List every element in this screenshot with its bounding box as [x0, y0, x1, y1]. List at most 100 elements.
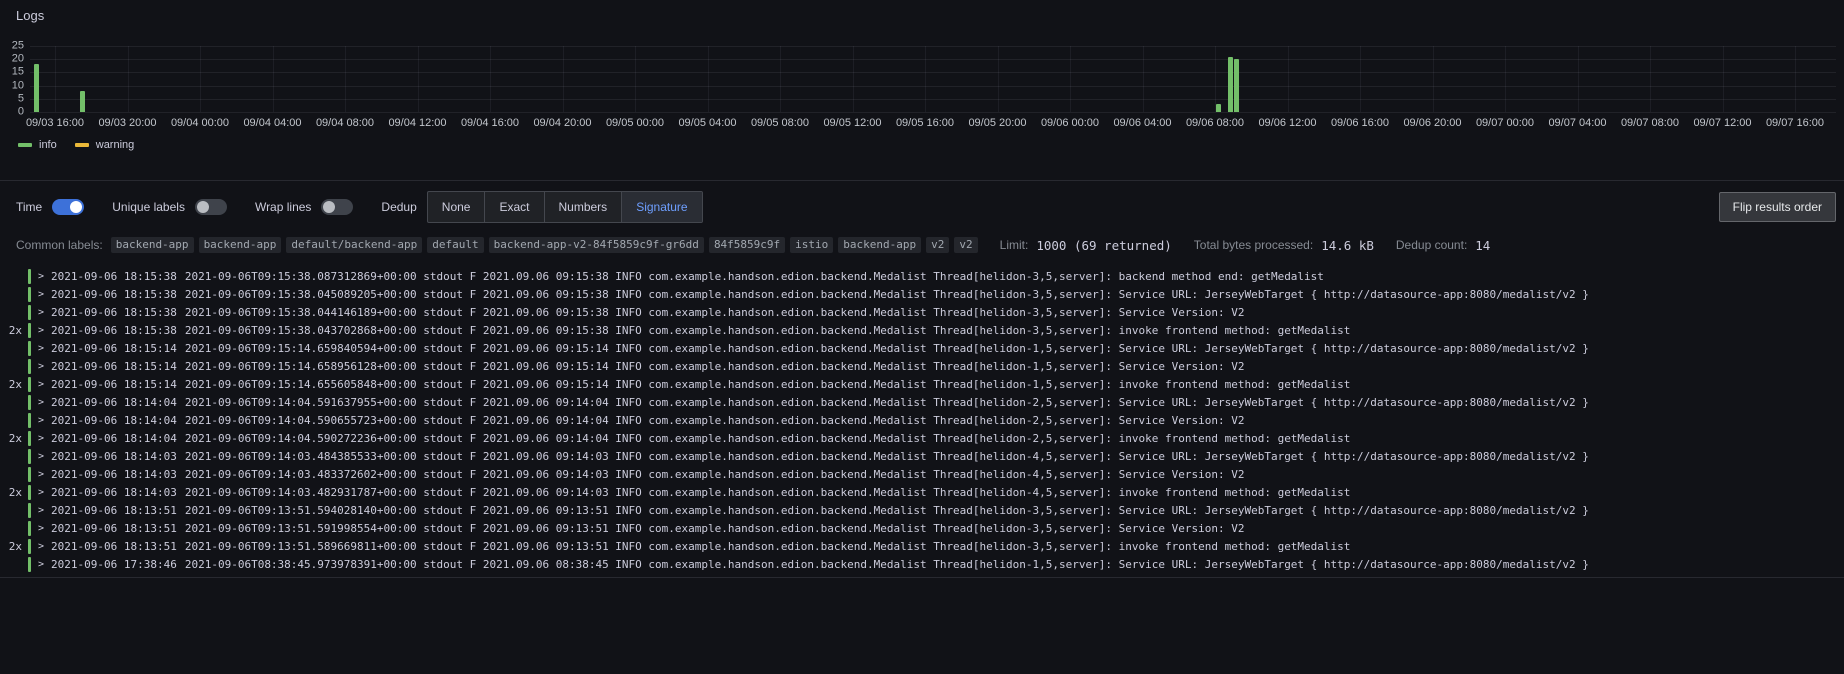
x-axis-tick-label: 09/04 16:00: [461, 117, 519, 129]
expand-chevron-icon[interactable]: >: [31, 271, 51, 282]
log-message: 2021-09-06T09:14:03.483372602+00:00 stdo…: [185, 468, 1245, 481]
expand-chevron-icon[interactable]: >: [31, 343, 51, 354]
legend-item-info[interactable]: info: [18, 139, 57, 151]
log-row[interactable]: >2021-09-06 18:15:382021-09-06T09:15:38.…: [0, 267, 1844, 285]
log-row[interactable]: >2021-09-06 18:15:142021-09-06T09:15:14.…: [0, 357, 1844, 375]
log-row[interactable]: >2021-09-06 18:15:382021-09-06T09:15:38.…: [0, 303, 1844, 321]
unique-labels-toggle-label: Unique labels: [112, 200, 185, 214]
flip-results-order-button[interactable]: Flip results order: [1719, 192, 1836, 222]
expand-chevron-icon[interactable]: >: [31, 379, 51, 390]
dedup-option-signature[interactable]: Signature: [622, 192, 701, 222]
log-row[interactable]: 2x>2021-09-06 18:13:512021-09-06T09:13:5…: [0, 537, 1844, 555]
expand-chevron-icon[interactable]: >: [31, 523, 51, 534]
log-row[interactable]: 2x>2021-09-06 18:14:032021-09-06T09:14:0…: [0, 483, 1844, 501]
chart-y-axis: 0510152025: [0, 46, 26, 112]
log-row[interactable]: >2021-09-06 18:15:382021-09-06T09:15:38.…: [0, 285, 1844, 303]
chart-bar-info: [1228, 57, 1233, 112]
legend-swatch-info: [18, 143, 32, 147]
chart-gridline-v: [1360, 46, 1361, 112]
log-row[interactable]: >2021-09-06 18:13:512021-09-06T09:13:51.…: [0, 519, 1844, 537]
unique-labels-option: Unique labels: [112, 199, 227, 215]
dedup-option-none[interactable]: None: [428, 192, 486, 222]
log-row[interactable]: 2x>2021-09-06 18:14:042021-09-06T09:14:0…: [0, 429, 1844, 447]
time-option: Time: [16, 199, 84, 215]
chart-gridline-v: [1723, 46, 1724, 112]
limit-label: Limit:: [1000, 238, 1029, 252]
expand-chevron-icon[interactable]: >: [31, 361, 51, 372]
x-axis-tick-label: 09/04 00:00: [171, 117, 229, 129]
x-axis-tick-label: 09/04 20:00: [533, 117, 591, 129]
log-row[interactable]: >2021-09-06 18:14:042021-09-06T09:14:04.…: [0, 393, 1844, 411]
expand-chevron-icon[interactable]: >: [31, 325, 51, 336]
legend-item-warning[interactable]: warning: [75, 139, 135, 151]
chart-gridline-h: [30, 86, 1836, 87]
label-chip: backend-app-v2-84f5859c9f-gr6dd: [489, 237, 704, 253]
expand-chevron-icon[interactable]: >: [31, 541, 51, 552]
chart-gridline-v: [635, 46, 636, 112]
log-row[interactable]: >2021-09-06 18:14:03 2021-09-06T09:14:03.…: [0, 465, 1844, 483]
expand-chevron-icon[interactable]: >: [31, 559, 51, 570]
chart-gridline-v: [490, 46, 491, 112]
expand-chevron-icon[interactable]: >: [31, 487, 51, 498]
dedup-option-exact[interactable]: Exact: [485, 192, 544, 222]
log-rows: >2021-09-06 18:15:382021-09-06T09:15:38.…: [0, 267, 1844, 573]
log-timestamp: 2021-09-06 18:15:38: [51, 270, 177, 283]
chart-plot[interactable]: [30, 46, 1836, 112]
chart-gridline-v: [1505, 46, 1506, 112]
unique-labels-toggle[interactable]: [195, 199, 227, 215]
chart-bar-info: [80, 91, 85, 112]
chart-gridline-v: [200, 46, 201, 112]
chart-bar-info: [1234, 59, 1239, 112]
x-axis-tick-label: 09/04 08:00: [316, 117, 374, 129]
dedup-option-numbers[interactable]: Numbers: [545, 192, 623, 222]
logs-volume-chart: 0510152025 09/03 16:0009/03 20:0009/04 0…: [0, 46, 1844, 138]
expand-chevron-icon[interactable]: >: [31, 433, 51, 444]
chart-gridline-h: [30, 72, 1836, 73]
expand-chevron-icon[interactable]: >: [31, 307, 51, 318]
wrap-lines-toggle-label: Wrap lines: [255, 200, 311, 214]
page-title: Logs: [16, 8, 44, 23]
chart-gridline-h: [30, 112, 1836, 113]
label-chip: v2: [926, 237, 949, 253]
chart-gridline-v: [1288, 46, 1289, 112]
time-toggle[interactable]: [52, 199, 84, 215]
legend-label: info: [39, 139, 57, 151]
log-row[interactable]: >2021-09-06 18:13:512021-09-06T09:13:51.…: [0, 501, 1844, 519]
limit-value: 1000 (69 returned): [1036, 238, 1171, 253]
dedup-count: 2x: [0, 432, 28, 445]
chart-legend: info warning: [18, 139, 134, 151]
label-chip: default: [427, 237, 483, 253]
x-axis-tick-label: 09/05 20:00: [968, 117, 1026, 129]
x-axis-tick-label: 09/07 16:00: [1766, 117, 1824, 129]
log-row[interactable]: >2021-09-06 18:14:042021-09-06T09:14:04.…: [0, 411, 1844, 429]
dedup-count-label: Dedup count:: [1396, 238, 1467, 252]
chart-gridline-v: [1433, 46, 1434, 112]
log-timestamp: 2021-09-06 18:14:04: [51, 432, 177, 445]
chart-x-axis: 09/03 16:0009/03 20:0009/04 00:0009/04 0…: [0, 117, 1844, 133]
expand-chevron-icon[interactable]: >: [31, 451, 51, 462]
expand-chevron-icon[interactable]: >: [31, 397, 51, 408]
y-axis-tick-label: 5: [18, 93, 24, 104]
log-timestamp: 2021-09-06 18:15:14: [51, 342, 177, 355]
chart-gridline-v: [925, 46, 926, 112]
log-timestamp: 2021-09-06 18:15:38: [51, 306, 177, 319]
wrap-lines-toggle[interactable]: [321, 199, 353, 215]
expand-chevron-icon[interactable]: >: [31, 415, 51, 426]
expand-chevron-icon[interactable]: >: [31, 505, 51, 516]
log-row[interactable]: >2021-09-06 18:14:032021-09-06T09:14:03.…: [0, 447, 1844, 465]
label-chip: istio: [790, 237, 833, 253]
chart-bar-info: [34, 64, 39, 112]
x-axis-tick-label: 09/06 20:00: [1403, 117, 1461, 129]
expand-chevron-icon[interactable]: >: [31, 289, 51, 300]
log-row[interactable]: 2x>2021-09-06 18:15:142021-09-06T09:15:1…: [0, 375, 1844, 393]
expand-chevron-icon[interactable]: >: [31, 469, 51, 480]
log-timestamp: 2021-09-06 18:14:03: [51, 468, 177, 481]
x-axis-tick-label: 09/06 00:00: [1041, 117, 1099, 129]
x-axis-tick-label: 09/05 00:00: [606, 117, 664, 129]
log-timestamp: 2021-09-06 18:14:03: [51, 450, 177, 463]
log-row[interactable]: 2x>2021-09-06 18:15:382021-09-06T09:15:3…: [0, 321, 1844, 339]
log-row[interactable]: >2021-09-06 17:38:462021-09-06T08:38:45.…: [0, 555, 1844, 573]
common-labels-chips: backend-appbackend-appdefault/backend-ap…: [111, 237, 978, 253]
log-row[interactable]: >2021-09-06 18:15:142021-09-06T09:15:14.…: [0, 339, 1844, 357]
dedup-count: 2x: [0, 540, 28, 553]
